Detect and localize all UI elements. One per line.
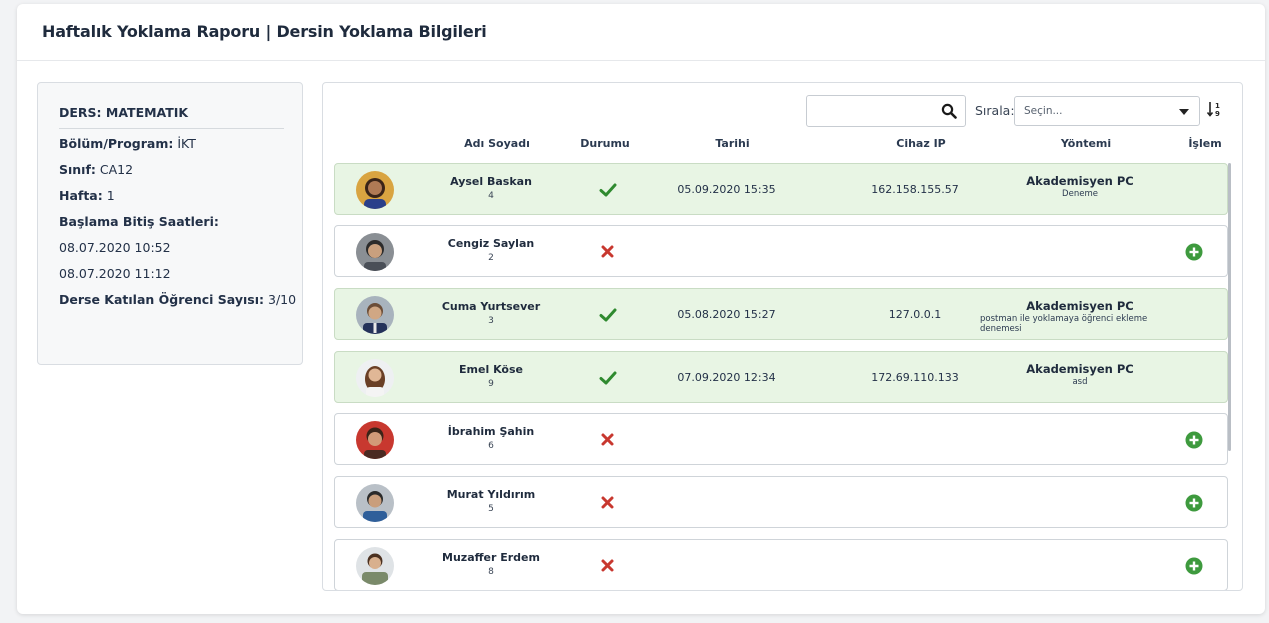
attendance-method: Akademisyen PC	[1026, 174, 1134, 188]
method-note: postman ile yoklamaya öğrenci ekleme den…	[980, 314, 1148, 334]
svg-text:9: 9	[1215, 110, 1220, 118]
table-row[interactable]: Muzaffer Erdem 8	[334, 539, 1228, 590]
student-name: Cengiz Saylan	[447, 237, 535, 250]
student-list-card: Sırala: Seçin... 1 9 Adı Soyadı Durumu T…	[322, 82, 1243, 591]
attended-count: Derse Katılan Öğrenci Sayısı: 3/10	[59, 292, 297, 307]
check-icon	[599, 308, 617, 322]
method-note: Deneme	[1062, 189, 1098, 199]
student-name: Aysel Baskan	[450, 175, 532, 188]
attendance-report-panel: Haftalık Yoklama Raporu | Dersin Yoklama…	[17, 4, 1265, 614]
student-number: 5	[488, 504, 494, 514]
student-number: 9	[488, 379, 494, 389]
avatar	[356, 359, 394, 397]
cross-icon	[601, 433, 614, 446]
avatar	[356, 296, 394, 334]
student-name: Muzaffer Erdem	[442, 551, 540, 564]
attendance-date: 05.09.2020 15:35	[677, 183, 776, 196]
student-number: 2	[488, 253, 494, 263]
week-info: Hafta: 1	[59, 188, 115, 203]
search-input[interactable]	[806, 95, 966, 127]
cross-icon	[601, 496, 614, 509]
device-ip: 127.0.0.1	[888, 308, 942, 321]
attendance-date: 05.08.2020 15:27	[677, 308, 776, 321]
search-icon[interactable]	[941, 103, 957, 119]
table-row[interactable]: Cengiz Saylan 2	[334, 225, 1228, 277]
sort-select[interactable]: Seçin...	[1014, 96, 1200, 126]
column-header-action[interactable]: İşlem	[1185, 137, 1225, 150]
cross-icon	[601, 559, 614, 572]
add-attendance-button[interactable]	[1185, 557, 1203, 575]
column-header-status[interactable]: Durumu	[575, 137, 635, 150]
check-icon	[599, 371, 617, 385]
attendance-date: 07.09.2020 12:34	[677, 371, 776, 384]
student-name: İbrahim Şahin	[447, 425, 535, 438]
program-info: Bölüm/Program: İKT	[59, 136, 196, 151]
add-attendance-button[interactable]	[1185, 431, 1203, 449]
student-name: Cuma Yurtsever	[441, 300, 541, 313]
attendance-method: Akademisyen PC	[1026, 362, 1134, 376]
course-info-card: DERS: MATEMATIK Bölüm/Program: İKT Sınıf…	[37, 82, 303, 365]
sort-placeholder: Seçin...	[1024, 105, 1063, 117]
column-header-name[interactable]: Adı Soyadı	[435, 137, 559, 150]
add-attendance-button[interactable]	[1185, 243, 1203, 261]
table-row[interactable]: Murat Yıldırım 5	[334, 476, 1228, 528]
table-row[interactable]: Emel Köse 9 07.09.2020 12:34 172.69.110.…	[334, 351, 1228, 403]
column-header-method[interactable]: Yöntemi	[986, 137, 1186, 150]
student-name: Murat Yıldırım	[446, 488, 536, 501]
column-header-ip[interactable]: Cihaz IP	[859, 137, 983, 150]
attendance-method: Akademisyen PC	[1026, 299, 1134, 313]
page-title: Haftalık Yoklama Raporu | Dersin Yoklama…	[42, 22, 487, 41]
avatar	[356, 421, 394, 459]
avatar	[356, 484, 394, 522]
chevron-down-icon	[1179, 109, 1189, 115]
column-header-date[interactable]: Tarihi	[671, 137, 794, 150]
cross-icon	[601, 245, 614, 258]
student-name: Emel Köse	[459, 363, 523, 376]
avatar	[356, 233, 394, 271]
avatar	[356, 547, 394, 585]
table-row[interactable]: Cuma Yurtsever 3 05.08.2020 15:27 127.0.…	[334, 288, 1228, 340]
student-number: 4	[488, 191, 494, 201]
check-icon	[599, 183, 617, 197]
sort-numeric-icon[interactable]: 1 9	[1206, 100, 1224, 118]
student-number: 6	[488, 441, 494, 451]
svg-text:1: 1	[1215, 102, 1220, 110]
student-number: 8	[488, 567, 494, 577]
add-attendance-button[interactable]	[1185, 494, 1203, 512]
page-header: Haftalık Yoklama Raporu | Dersin Yoklama…	[17, 4, 1265, 61]
class-info: Sınıf: CA12	[59, 162, 134, 177]
times-label: Başlama Bitiş Saatleri:	[59, 214, 219, 229]
end-time: 08.07.2020 11:12	[59, 266, 171, 281]
student-number: 3	[488, 316, 494, 326]
method-note: asd	[1072, 377, 1088, 387]
table-row[interactable]: İbrahim Şahin 6	[334, 413, 1228, 465]
course-name: DERS: MATEMATIK	[59, 103, 284, 129]
start-time: 08.07.2020 10:52	[59, 240, 171, 255]
scrollbar[interactable]	[1228, 163, 1231, 451]
device-ip: 162.158.155.57	[871, 183, 959, 196]
avatar	[356, 171, 394, 209]
table-row[interactable]: Aysel Baskan 4 05.09.2020 15:35 162.158.…	[334, 163, 1228, 215]
device-ip: 172.69.110.133	[871, 371, 959, 384]
sort-label: Sırala:	[975, 103, 1015, 118]
